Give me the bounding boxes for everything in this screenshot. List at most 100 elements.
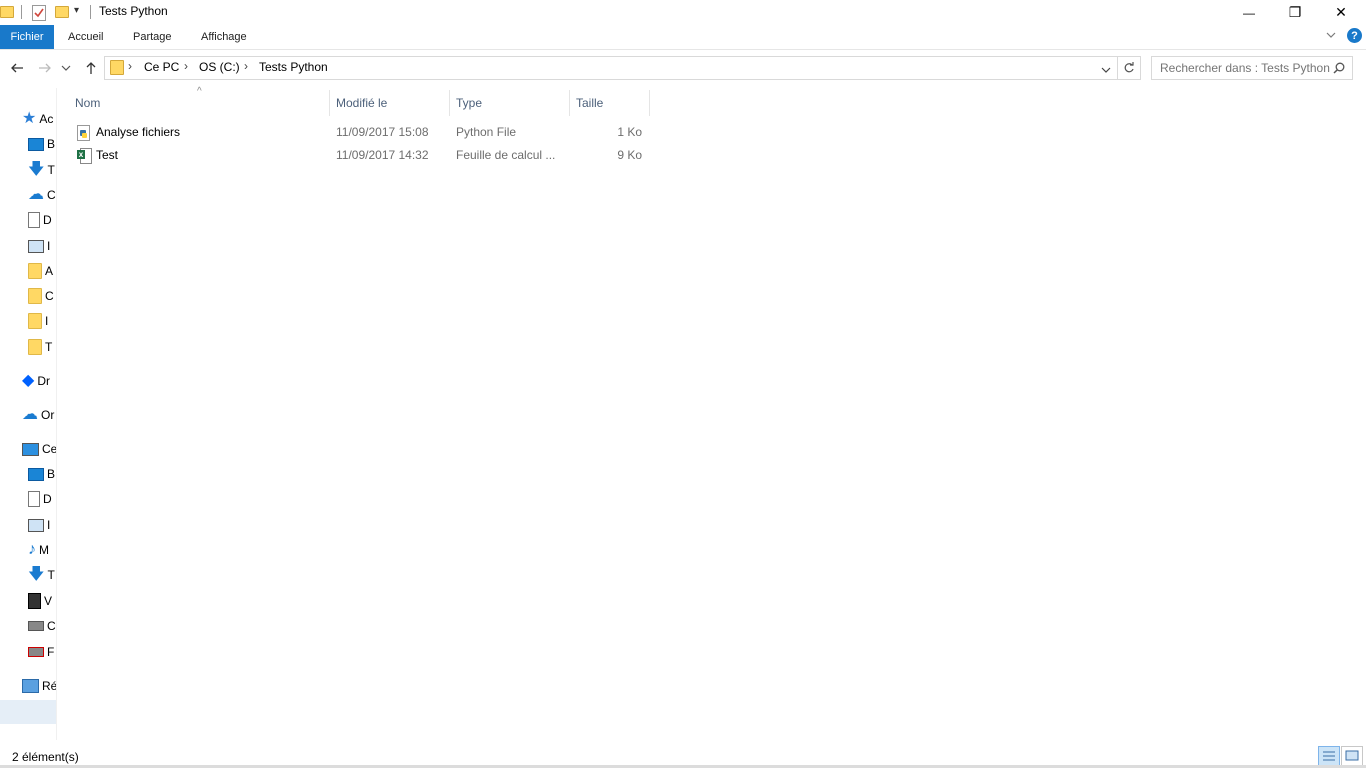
nav-item[interactable]: C — [0, 614, 56, 638]
file-size: 1 Ko — [617, 125, 642, 139]
back-button[interactable] — [6, 54, 28, 81]
qat-dropdown-icon[interactable]: ▾ — [74, 5, 79, 16]
maximize-button[interactable]: ❐ — [1272, 0, 1318, 25]
nav-item[interactable]: A — [0, 259, 56, 283]
network-icon — [22, 679, 39, 693]
file-name: Test — [96, 148, 119, 162]
expand-ribbon-button[interactable] — [1325, 29, 1337, 44]
nav-item-label: D — [43, 492, 52, 506]
folder-icon — [110, 60, 124, 75]
address-dropdown-button[interactable] — [1101, 63, 1111, 77]
chevron-down-icon — [61, 65, 71, 71]
nav-item-label: I — [47, 239, 51, 253]
folder-icon — [28, 313, 42, 329]
nav-item[interactable]: ★ Ac — [0, 107, 56, 131]
nav-item[interactable]: T — [0, 335, 56, 359]
nav-item[interactable]: I — [0, 234, 56, 258]
python-file-icon — [77, 125, 90, 141]
column-divider[interactable] — [449, 90, 450, 116]
pictures-icon — [28, 518, 44, 532]
nav-item[interactable]: D — [0, 487, 56, 511]
onedrive-check-icon: ☁ — [28, 186, 44, 203]
nav-item-label: B — [47, 137, 56, 151]
minimize-button[interactable]: — — [1226, 0, 1272, 25]
search-icon[interactable] — [1333, 62, 1345, 74]
nav-item-label: T — [47, 568, 55, 582]
breadcrumb-os-c[interactable]: OS (C:) — [199, 60, 240, 74]
restore-icon: ❐ — [1288, 4, 1302, 20]
nav-item-label: T — [47, 163, 55, 177]
forward-arrow-icon — [39, 63, 51, 72]
nav-item-label: Ré — [42, 679, 57, 693]
nav-item[interactable]: I — [0, 513, 56, 537]
tab-accueil[interactable]: Accueil — [58, 25, 113, 49]
column-header-nom[interactable]: Nom — [75, 90, 100, 116]
nav-item-label: Dr — [37, 374, 50, 388]
nav-item-label: Ce — [42, 442, 57, 456]
address-bar[interactable]: › Ce PC › OS (C:) › Tests Python — [104, 56, 1118, 80]
nav-item-label: A — [45, 264, 54, 278]
tab-fichier[interactable]: Fichier — [0, 25, 54, 49]
selected-highlight — [0, 700, 56, 724]
up-arrow-icon — [86, 61, 96, 74]
search-input[interactable] — [1158, 59, 1332, 77]
file-row[interactable]: x Test 11/09/2017 14:32 Feuille de calcu… — [57, 145, 657, 167]
large-icons-view-button[interactable] — [1341, 746, 1363, 766]
nav-item[interactable]: ♪ M — [0, 538, 56, 562]
column-divider[interactable] — [569, 90, 570, 116]
sort-ascending-icon: ^ — [197, 86, 202, 97]
back-arrow-icon — [11, 63, 23, 72]
nav-item-label: V — [44, 594, 53, 608]
details-view-button[interactable] — [1318, 746, 1340, 766]
nav-item[interactable]: B — [0, 462, 56, 486]
file-modified: 11/09/2017 14:32 — [336, 148, 429, 162]
file-name: Analyse fichiers — [96, 125, 181, 139]
nav-item[interactable]: F — [0, 640, 56, 664]
breadcrumb-separator: › — [184, 59, 188, 73]
window-title: Tests Python — [99, 4, 168, 18]
tab-partage[interactable]: Partage — [123, 25, 182, 49]
folder-icon — [28, 263, 42, 279]
refresh-button[interactable] — [1117, 56, 1141, 80]
title-bar: ▾ Tests Python — ❐ ✕ — [0, 0, 1366, 25]
breadcrumb-ce-pc[interactable]: Ce PC — [144, 60, 179, 74]
column-divider[interactable] — [649, 90, 650, 116]
nav-item[interactable]: D — [0, 208, 56, 232]
new-folder-icon[interactable] — [55, 6, 69, 18]
minimize-icon: — — [1243, 5, 1255, 20]
recent-locations-button[interactable] — [59, 54, 73, 81]
column-divider[interactable] — [329, 90, 330, 116]
nav-item[interactable]: Ce — [0, 437, 57, 461]
download-icon: 🡇 — [28, 161, 45, 178]
nav-item[interactable]: ◆ Dr — [0, 369, 56, 393]
nav-item[interactable]: V — [0, 589, 56, 613]
search-box[interactable] — [1151, 56, 1353, 80]
breadcrumb-separator: › — [244, 59, 248, 73]
tab-affichage[interactable]: Affichage — [191, 25, 257, 49]
file-modified: 11/09/2017 15:08 — [336, 125, 429, 139]
help-button[interactable]: ? — [1347, 28, 1362, 43]
breadcrumb-tests-python[interactable]: Tests Python — [259, 60, 328, 74]
nav-item[interactable]: 🡇 T — [0, 563, 56, 587]
nav-item[interactable]: Ré — [0, 674, 57, 698]
nav-item[interactable]: C — [0, 284, 56, 308]
column-header-type[interactable]: Type — [456, 90, 482, 116]
up-button[interactable] — [80, 54, 102, 81]
nav-item[interactable]: ☁ Or — [0, 403, 56, 427]
nav-item[interactable]: B — [0, 132, 56, 156]
breadcrumb-separator: › — [128, 59, 132, 73]
column-header-taille[interactable]: Taille — [576, 90, 603, 116]
file-row[interactable]: Analyse fichiers 11/09/2017 15:08 Python… — [57, 122, 657, 144]
close-button[interactable]: ✕ — [1318, 0, 1364, 25]
column-header-modifie-le[interactable]: Modifié le — [336, 90, 387, 116]
nav-item[interactable]: 🡇 T — [0, 158, 56, 182]
nav-item[interactable]: I — [0, 309, 56, 333]
folder-icon — [0, 6, 14, 18]
windows-drive-icon — [28, 621, 44, 631]
help-icon: ? — [1351, 29, 1358, 42]
forward-button[interactable] — [34, 54, 56, 81]
nav-item[interactable]: ☁ C — [0, 183, 56, 207]
divider — [21, 5, 22, 19]
properties-icon[interactable] — [32, 5, 46, 21]
file-size: 9 Ko — [617, 148, 642, 162]
